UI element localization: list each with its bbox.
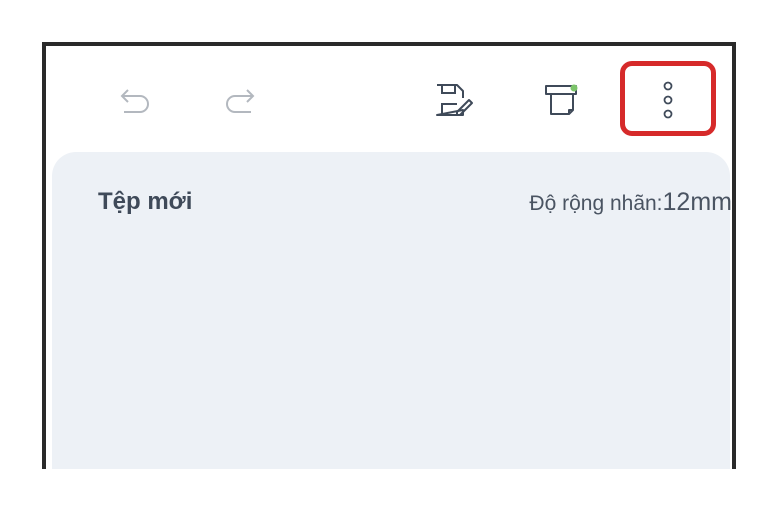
undo-button[interactable] [104, 70, 164, 130]
document-panel: Tệp mới Độ rộng nhãn:12mm [52, 152, 732, 469]
highlight-box [620, 61, 716, 136]
save-edit-icon [436, 84, 473, 116]
undo-icon [120, 89, 149, 113]
print-label-icon [545, 84, 578, 115]
label-width-caption: Độ rộng nhãn: [529, 192, 663, 215]
label-width-info: Độ rộng nhãn:12mm [529, 188, 732, 217]
toolbar [46, 46, 732, 154]
redo-button[interactable] [211, 70, 271, 130]
save-button[interactable] [423, 70, 483, 130]
print-button[interactable] [533, 70, 593, 130]
file-name: Tệp mới [98, 188, 193, 215]
redo-icon [226, 89, 255, 113]
app-frame: Tệp mới Độ rộng nhãn:12mm [42, 42, 736, 469]
label-width-value: 12mm [662, 188, 732, 216]
